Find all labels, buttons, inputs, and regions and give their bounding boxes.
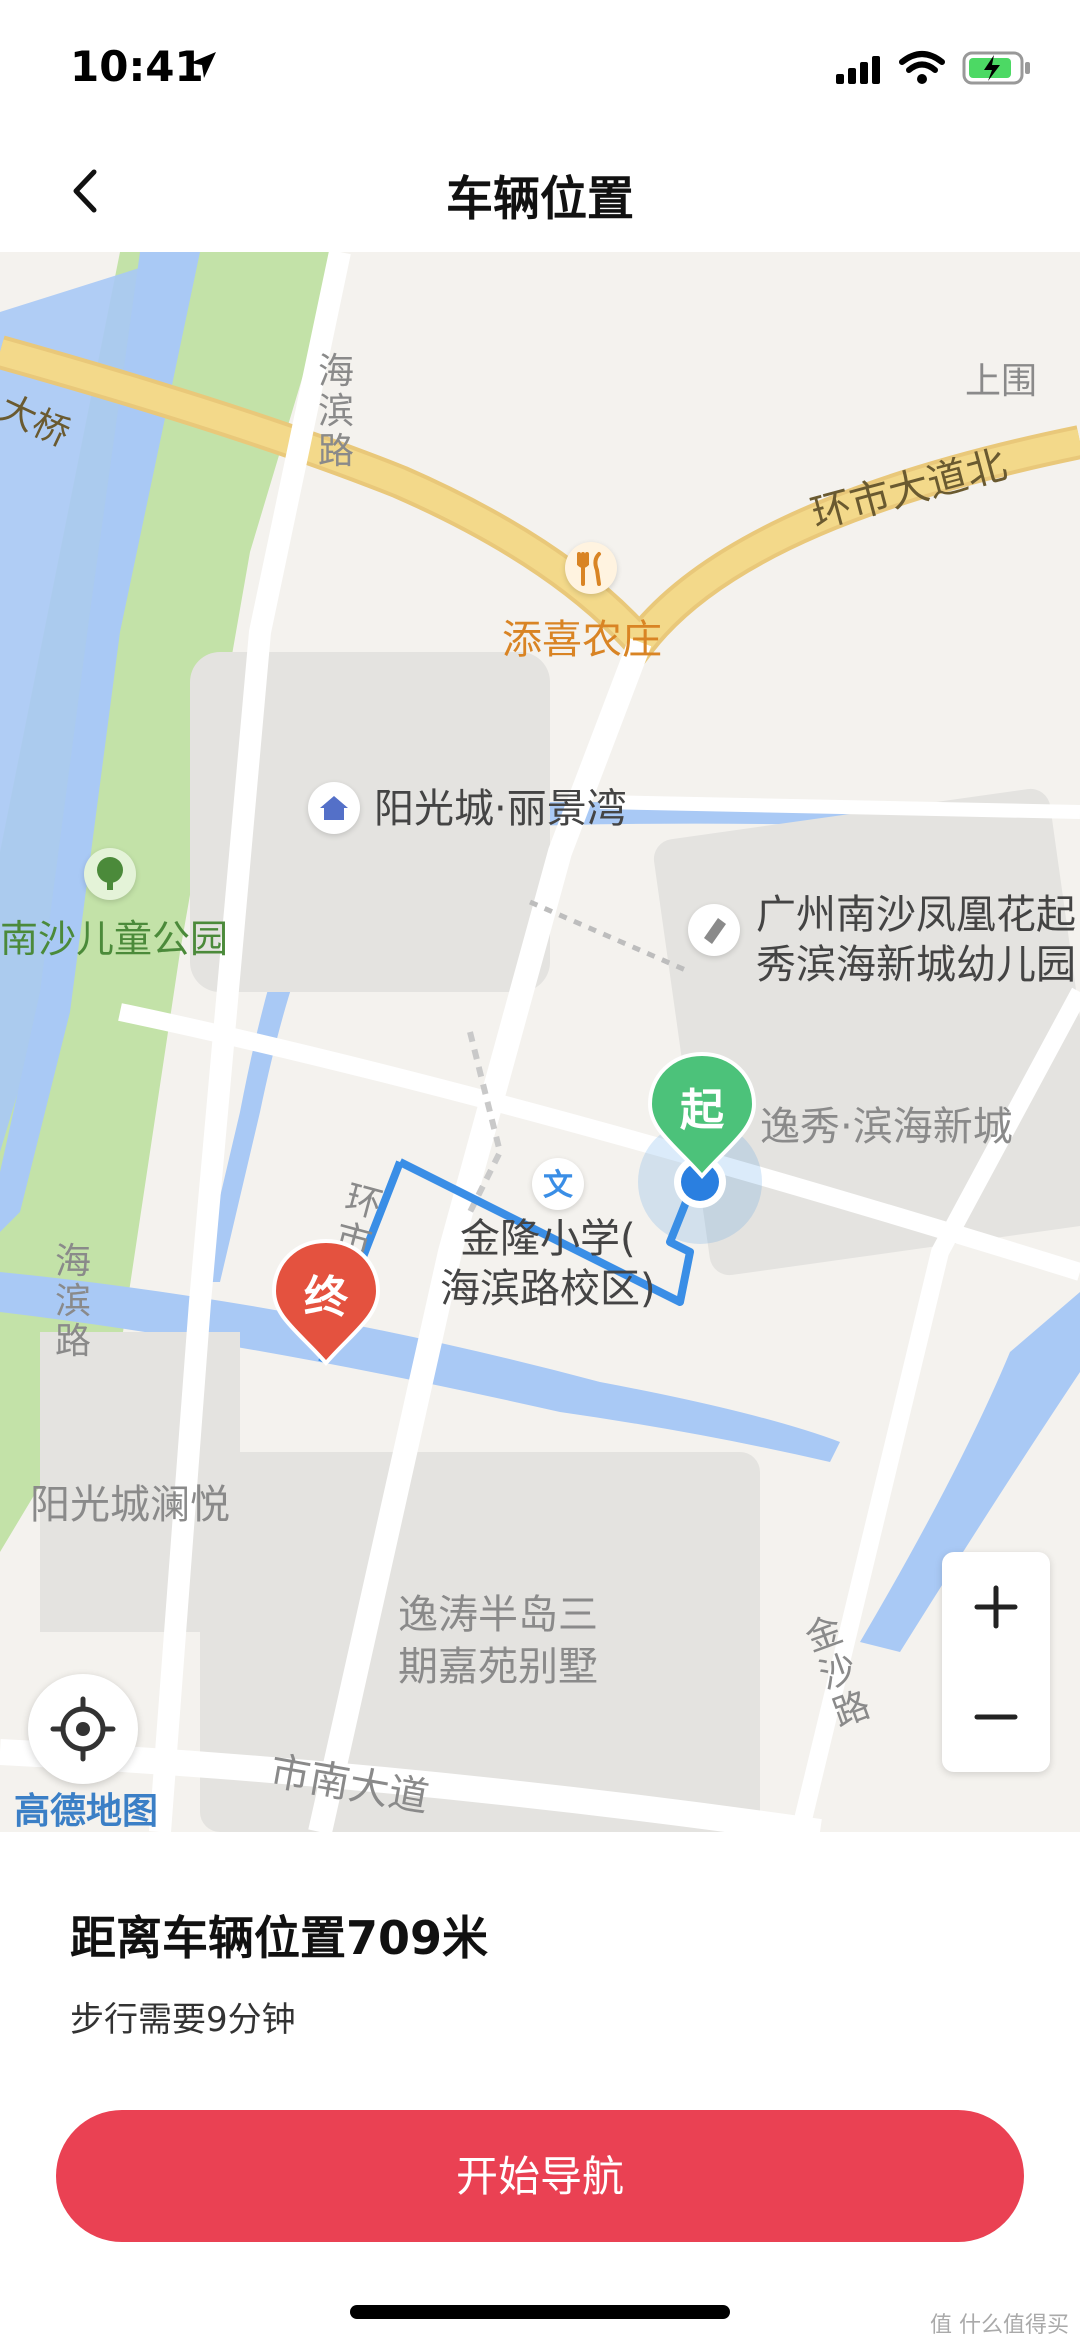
home-indicator — [350, 2305, 730, 2319]
zoom-in-button[interactable] — [942, 1552, 1050, 1662]
map-label-yixiu-binhai: 逸秀·滨海新城 — [760, 1104, 1013, 1150]
plus-icon — [974, 1585, 1018, 1629]
map-label-haibin-road-1: 海滨路 — [318, 351, 355, 472]
map-label-park[interactable]: 南沙儿童公园 — [0, 908, 228, 963]
start-pin-label: 起 — [680, 1085, 724, 1136]
map-label-restaurant[interactable]: 添喜农庄 — [502, 607, 662, 665]
start-navigation-button[interactable]: 开始导航 — [56, 2110, 1024, 2242]
map-label-shangwei: 上围 — [965, 361, 1038, 402]
end-pin-label: 终 — [304, 1272, 348, 1323]
restaurant-icon[interactable] — [565, 542, 617, 594]
status-time: 10:41 — [70, 42, 204, 91]
map-label-kindergarten-line2[interactable]: 秀滨海新城幼儿园 — [756, 940, 1076, 990]
navigation-bar: 车辆位置 — [0, 130, 1080, 252]
end-pin[interactable]: 终 — [270, 1237, 382, 1367]
svg-text:文: 文 — [543, 1168, 573, 1203]
battery-charging-icon — [962, 51, 1030, 85]
map-label-yitao-line2: 期嘉苑别墅 — [398, 1644, 598, 1690]
watermark: 值 什么值得买 — [930, 2313, 1069, 2338]
distance-text: 距离车辆位置709米 — [70, 1911, 489, 1965]
kindergarten-icon[interactable] — [688, 904, 740, 956]
map-label-school-line1[interactable]: 金隆小学( — [460, 1214, 636, 1264]
cellular-signal-icon — [836, 56, 880, 84]
minus-icon — [974, 1714, 1018, 1720]
zoom-controls — [942, 1552, 1050, 1772]
residential-home-icon[interactable] — [308, 782, 360, 834]
locate-me-button[interactable] — [28, 1674, 138, 1784]
start-pin[interactable]: 起 — [646, 1050, 758, 1180]
amap-logo: 高德地图 — [14, 1791, 159, 1832]
walk-time-text: 步行需要9分钟 — [70, 2000, 296, 2040]
location-arrow-icon — [190, 52, 216, 78]
map-label-school-line2[interactable]: 海滨路校区) — [440, 1264, 656, 1314]
school-icon[interactable]: 文 — [532, 1158, 584, 1210]
wifi-icon — [899, 51, 945, 84]
map-label-haibin-road-2: 海滨路 — [55, 1241, 92, 1362]
map-label-kindergarten-line1[interactable]: 广州南沙凤凰花起 — [756, 890, 1076, 940]
map-label-yangguang-lijing[interactable]: 阳光城·丽景湾 — [374, 784, 627, 834]
park-tree-icon[interactable] — [84, 848, 136, 900]
map-view[interactable]: 上围 大桥 环市大道北 海滨路 海滨路 添喜农庄 阳光城·丽景湾 南沙儿童公园 … — [0, 252, 1080, 1832]
map-label-yitao-line1: 逸涛半岛三 — [398, 1592, 598, 1638]
crosshair-icon — [50, 1696, 116, 1762]
page-title: 车辆位置 — [446, 172, 634, 227]
zoom-out-button[interactable] — [942, 1662, 1050, 1772]
map-label-yangguang-lanyue: 阳光城澜悦 — [30, 1482, 230, 1528]
bottom-sheet: 距离车辆位置709米 步行需要9分钟 开始导航 值 什么值得买 — [0, 1832, 1080, 2339]
status-bar: 10:41 — [0, 0, 1080, 130]
